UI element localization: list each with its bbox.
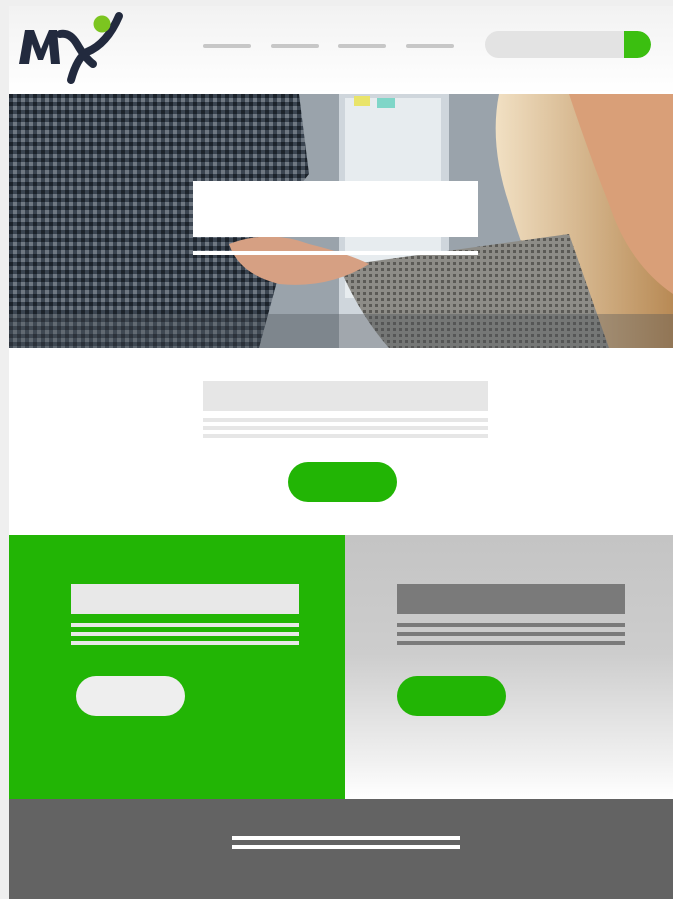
intro-text-line — [203, 434, 488, 438]
intro-cta-button[interactable] — [288, 462, 397, 502]
intro-text-line — [203, 426, 488, 430]
nav-item[interactable] — [203, 44, 251, 48]
left-promo-panel — [9, 535, 345, 799]
left-panel-heading — [71, 584, 299, 614]
right-panel-text-line — [397, 641, 625, 645]
footer-text-line — [232, 836, 460, 840]
right-panel-button[interactable] — [397, 676, 506, 716]
intro-text-line — [203, 418, 488, 422]
right-promo-panel — [345, 535, 673, 799]
search-button[interactable] — [624, 31, 651, 58]
left-panel-text-line — [71, 623, 299, 627]
nav-item[interactable] — [271, 44, 319, 48]
mx-logo-icon — [19, 12, 123, 84]
page-frame — [9, 6, 673, 899]
mx-logo[interactable] — [15, 10, 125, 86]
right-panel-text-line — [397, 623, 625, 627]
hero-subtitle — [193, 251, 478, 255]
right-panel-heading — [397, 584, 625, 614]
left-panel-text-line — [71, 641, 299, 645]
hero-title — [193, 181, 478, 237]
nav-item[interactable] — [338, 44, 386, 48]
right-panel-text-line — [397, 632, 625, 636]
site-footer — [9, 799, 673, 899]
search-input[interactable] — [485, 31, 651, 58]
intro-heading — [203, 381, 488, 411]
left-panel-text-line — [71, 632, 299, 636]
left-panel-button[interactable] — [76, 676, 185, 716]
site-header — [9, 6, 673, 94]
hero-banner — [9, 94, 673, 348]
footer-text-line — [232, 845, 460, 849]
nav-item[interactable] — [406, 44, 454, 48]
